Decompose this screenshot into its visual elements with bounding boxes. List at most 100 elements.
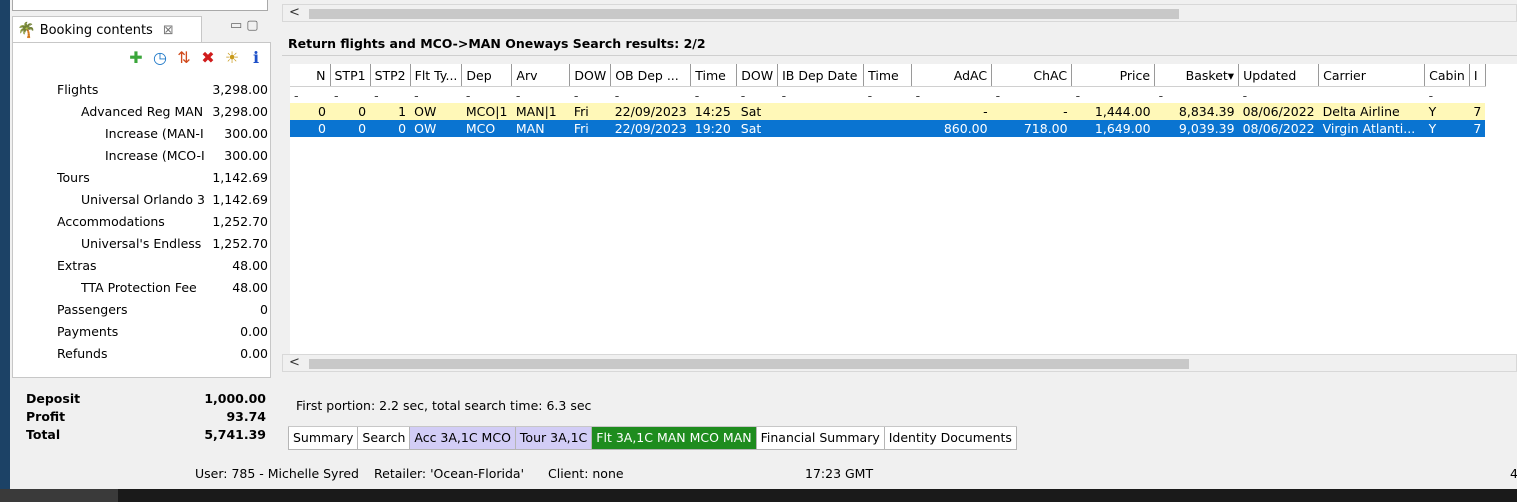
add-icon[interactable]: ✚: [128, 48, 144, 67]
filter-row[interactable]: ------------------: [290, 87, 1485, 104]
tree-item[interactable]: Increase (MCO-I 300.00: [13, 145, 270, 167]
column-header[interactable]: AdAC: [911, 64, 993, 87]
tree-item[interactable]: Increase (MAN-I 300.00: [13, 123, 270, 145]
scroll-left-icon[interactable]: <: [289, 5, 300, 21]
column-header[interactable]: Price: [1071, 64, 1156, 87]
filter-cell[interactable]: -: [737, 87, 778, 104]
window-controls[interactable]: ▭▢: [230, 18, 263, 33]
column-header[interactable]: Cabin: [1424, 64, 1470, 87]
filter-cell[interactable]: -: [370, 87, 410, 104]
filter-cell[interactable]: -: [992, 87, 1072, 104]
filter-cell[interactable]: -: [912, 87, 992, 104]
filter-cell[interactable]: -: [512, 87, 570, 104]
column-header[interactable]: I: [1469, 64, 1486, 87]
tree-item-label: Tours: [57, 170, 90, 185]
minimize-icon[interactable]: ▭: [230, 18, 246, 33]
tree-item-value: 48.00: [206, 277, 268, 299]
column-header[interactable]: DOW: [736, 64, 779, 87]
column-header[interactable]: Arv: [511, 64, 571, 87]
tree-item[interactable]: Universal Orlando 3 1,142.69: [13, 189, 270, 211]
column-header[interactable]: DOW: [569, 64, 612, 87]
filter-cell[interactable]: -: [1239, 87, 1319, 104]
table-cell: MCO: [461, 120, 512, 137]
tree-item[interactable]: Universal's Endless ! 1,252.70: [13, 233, 270, 255]
column-header[interactable]: Time: [863, 64, 913, 87]
status-user: User: 785 - Michelle Syred: [195, 466, 359, 481]
panel-splitter[interactable]: [272, 0, 280, 460]
column-header[interactable]: Carrier: [1318, 64, 1426, 87]
tree-item-value: 3,298.00: [206, 79, 268, 101]
filter-cell[interactable]: -: [570, 87, 611, 104]
table-cell: 7: [1469, 120, 1486, 137]
clock-icon[interactable]: ◷: [152, 48, 168, 67]
table-cell: 1,444.00: [1071, 103, 1155, 120]
filter-cell[interactable]: -: [1072, 87, 1155, 104]
bottom-tab[interactable]: Acc 3A,1C MCO: [410, 427, 516, 450]
filter-cell[interactable]: -: [290, 87, 330, 104]
summary-label: Total: [26, 427, 61, 442]
scroll-thumb[interactable]: [309, 359, 1189, 369]
tree-item-value: 0.00: [206, 343, 268, 365]
filter-cell[interactable]: -: [1155, 87, 1239, 104]
tree-item[interactable]: Advanced Reg MAN 3,298.00: [13, 101, 270, 123]
column-header[interactable]: N: [290, 64, 331, 87]
table-cell: [777, 103, 864, 120]
info-icon[interactable]: i: [248, 48, 264, 67]
column-header[interactable]: Basket▾: [1154, 64, 1240, 87]
column-header[interactable]: Time: [690, 64, 738, 87]
filter-cell[interactable]: -: [330, 87, 370, 104]
bottom-tab[interactable]: Tour 3A,1C: [515, 427, 593, 450]
bottom-tab[interactable]: Identity Documents: [884, 427, 1017, 450]
tree-item[interactable]: Flights 3,298.00: [13, 79, 270, 101]
column-header[interactable]: STP1: [330, 64, 371, 87]
column-header[interactable]: OB Dep ...: [610, 64, 692, 87]
results-table: N STP1 STP2 Flt Ty... Dep Arv DOW OB Dep ... Tim…: [290, 64, 1486, 137]
tab-booking-contents[interactable]: 🌴 Booking contents ⊠: [12, 16, 202, 43]
filter-cell[interactable]: -: [691, 87, 737, 104]
tree-item[interactable]: Passengers 0: [13, 299, 270, 321]
filter-cell[interactable]: -: [611, 87, 691, 104]
panel-title: Booking contents: [39, 22, 153, 38]
filter-cell[interactable]: -: [1425, 87, 1470, 104]
bottom-tab[interactable]: Summary: [288, 427, 359, 450]
close-icon[interactable]: ⊠: [163, 23, 174, 38]
tree-item[interactable]: TTA Protection Fee 48.00: [13, 277, 270, 299]
table-cell: 0: [370, 120, 411, 137]
table-row[interactable]: 0 0 0 OW MCO MAN Fri 22/09/2023 19:20 Sat 860.00 71…: [290, 120, 1486, 137]
filter-cell[interactable]: -: [864, 87, 912, 104]
filter-cell[interactable]: -: [410, 87, 462, 104]
column-header[interactable]: STP2: [370, 64, 411, 87]
column-header[interactable]: Dep: [461, 64, 513, 87]
bottom-tab[interactable]: Flt 3A,1C MAN MCO MAN: [592, 427, 757, 450]
bottom-tab[interactable]: Financial Summary: [756, 427, 885, 450]
column-header[interactable]: Updated: [1238, 64, 1320, 87]
scroll-left-icon[interactable]: <: [289, 355, 300, 371]
tree-item[interactable]: Extras 48.00: [13, 255, 270, 277]
scroll-thumb[interactable]: [309, 9, 1179, 19]
table-cell: Fri: [569, 103, 611, 120]
top-horizontal-scrollbar[interactable]: <: [282, 4, 1517, 22]
tree-item[interactable]: Accommodations 1,252.70: [13, 211, 270, 233]
table-row[interactable]: 0 0 1 OW MCO|1 MAN|1 Fri 22/09/2023 14:25 Sat - -1,…: [290, 103, 1486, 120]
results-horizontal-scrollbar[interactable]: <: [282, 354, 1517, 372]
taskbar-button[interactable]: [0, 489, 118, 502]
column-header[interactable]: Flt Ty...: [410, 64, 463, 87]
maximize-icon[interactable]: ▢: [246, 18, 262, 33]
filter-cell[interactable]: [1469, 87, 1485, 104]
tree-item-value: 1,252.70: [206, 233, 268, 255]
column-header[interactable]: ChAC: [991, 64, 1073, 87]
tree-item[interactable]: Refunds 0.00: [13, 343, 270, 365]
table-cell: 7: [1469, 103, 1486, 120]
table-cell: 08/06/2022: [1238, 103, 1319, 120]
tree-item[interactable]: Tours 1,142.69: [13, 167, 270, 189]
delete-icon[interactable]: ✖: [200, 48, 216, 67]
column-header[interactable]: IB Dep Date: [777, 64, 865, 87]
filter-cell[interactable]: [1319, 87, 1425, 104]
transfer-icon[interactable]: ⇅: [176, 48, 192, 67]
results-grid[interactable]: N STP1 STP2 Flt Ty... Dep Arv DOW OB Dep ... Tim…: [290, 64, 1517, 354]
filter-cell[interactable]: -: [462, 87, 512, 104]
bottom-tab[interactable]: Search: [358, 427, 411, 450]
holiday-icon[interactable]: ☀: [224, 48, 240, 67]
filter-cell[interactable]: -: [778, 87, 864, 104]
tree-item[interactable]: Payments 0.00: [13, 321, 270, 343]
